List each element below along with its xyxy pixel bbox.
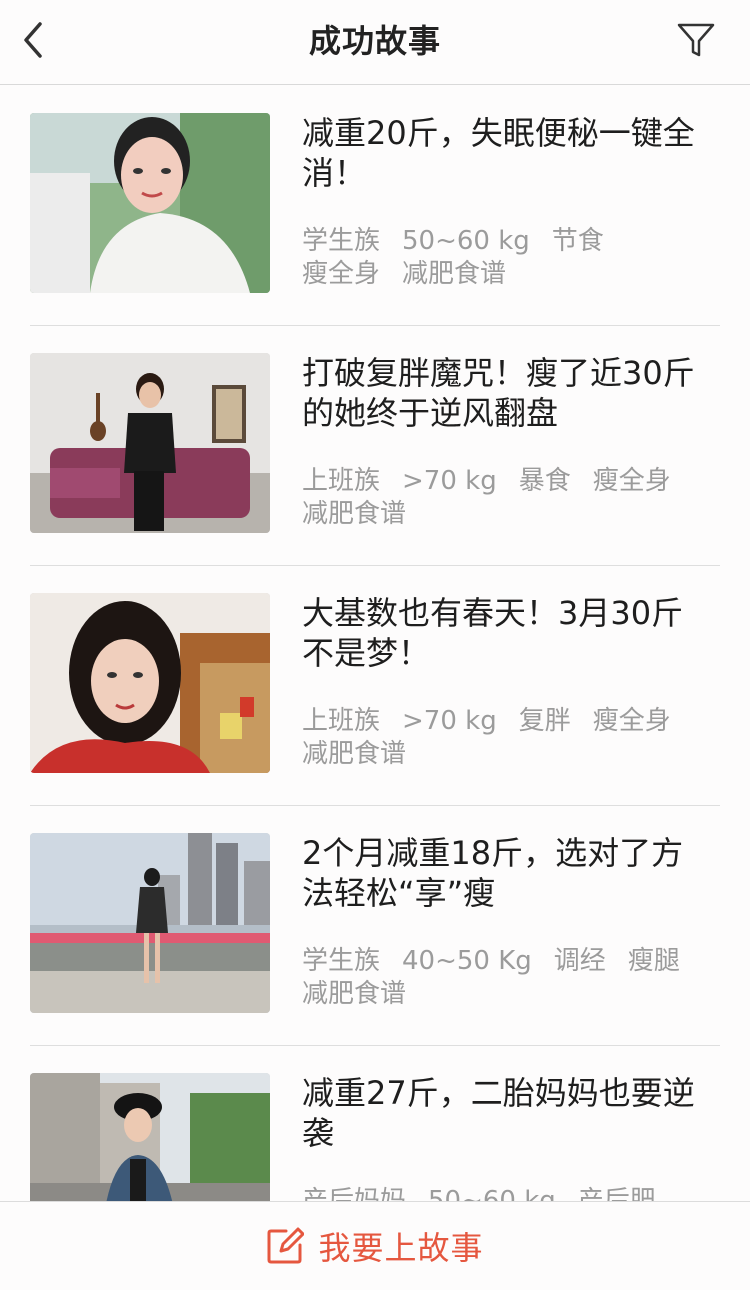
story-tags: 学生族 50~60 kg 节食瘦全身 减肥食谱 (302, 225, 712, 291)
tag-method: 暴食 (518, 466, 571, 496)
nav-header: 成功故事 (0, 0, 750, 85)
story-thumbnail (30, 353, 270, 533)
tag-target: 瘦全身 (592, 706, 671, 736)
story-title: 大基数也有春天！3月30斤不是梦！ (302, 594, 684, 672)
story-title: 减重20斤，失眠便秘一键全消！ (302, 114, 695, 192)
story-item[interactable]: 2个月减重18斤，选对了方法轻松“享”瘦 学生族 40~50 Kg 调经 瘦腿减肥食谱 (30, 805, 720, 1046)
tag-target: 瘦全身 (592, 466, 671, 496)
post-story-button[interactable]: 我要上故事 (0, 1202, 750, 1290)
story-tags: 学生族 40~50 Kg 调经 瘦腿减肥食谱 (302, 945, 712, 1011)
story-tags: 产后妈妈 50~60 kg 产后肥 (302, 1185, 712, 1201)
app-screen: 成功故事 减重20斤，失眠便秘一键全消！ 学生族 50~60 kg 节食瘦全身 … (0, 0, 750, 1290)
tag-category: 减肥食谱 (402, 259, 507, 289)
story-thumbnail (30, 593, 270, 773)
tag-category: 减肥食谱 (302, 499, 407, 529)
tag-method: 复胖 (518, 706, 571, 736)
tag-weight: 50~60 kg (428, 1186, 556, 1201)
story-thumbnail (30, 833, 270, 1013)
tag-method: 节食 (551, 226, 604, 256)
story-item[interactable]: 减重27斤，二胎妈妈也要逆袭 产后妈妈 50~60 kg 产后肥 (30, 1045, 720, 1201)
tag-weight: >70 kg (402, 706, 497, 736)
tag-group: 学生族 (302, 226, 381, 256)
tag-target: 瘦腿 (627, 946, 680, 976)
tag-weight: >70 kg (402, 466, 497, 496)
story-item[interactable]: 减重20斤，失眠便秘一键全消！ 学生族 50~60 kg 节食瘦全身 减肥食谱 (30, 85, 720, 326)
story-list: 减重20斤，失眠便秘一键全消！ 学生族50~60 kg节食瘦全身减肥食谱 (0, 85, 750, 1201)
bottom-bar: 我要上故事 (0, 1201, 750, 1290)
story-item[interactable]: 打破复胖魔咒！瘦了近30斤的她终于逆风翻盘 上班族 >70 kg 暴食 瘦全身减肥食谱 (30, 325, 720, 566)
story-tags: 上班族 >70 kg 暴食 瘦全身减肥食谱 (302, 465, 712, 531)
story-title: 2个月减重18斤，选对了方法轻松“享”瘦 (302, 834, 684, 912)
tag-weight: 50~60 kg (402, 226, 530, 256)
story-thumbnail (30, 1073, 270, 1201)
post-story-label: 我要上故事 (318, 1229, 484, 1267)
story-title: 打破复胖魔咒！瘦了近30斤的她终于逆风翻盘 (302, 354, 695, 432)
page-title: 成功故事 (308, 22, 441, 60)
filter-icon (677, 23, 715, 57)
story-item[interactable]: 大基数也有春天！3月30斤不是梦！ 上班族 >70 kg 复胖 瘦全身减肥食谱 (30, 565, 720, 806)
story-thumbnail (30, 113, 270, 293)
tag-target: 瘦全身 (302, 259, 381, 289)
tag-category: 减肥食谱 (302, 979, 407, 1009)
tag-category: 减肥食谱 (302, 739, 407, 769)
tag-group: 上班族 (302, 706, 381, 736)
tag-weight: 40~50 Kg (402, 946, 532, 976)
edit-icon (267, 1227, 305, 1264)
story-title: 减重27斤，二胎妈妈也要逆袭 (302, 1074, 695, 1152)
tag-group: 学生族 (302, 946, 381, 976)
story-tags: 上班族 >70 kg 复胖 瘦全身减肥食谱 (302, 705, 712, 771)
tag-method: 调经 (553, 946, 606, 976)
tag-group: 产后妈妈 (302, 1186, 407, 1201)
tag-group: 上班族 (302, 466, 381, 496)
tag-method: 产后肥 (577, 1186, 656, 1201)
filter-button[interactable] (676, 20, 716, 60)
